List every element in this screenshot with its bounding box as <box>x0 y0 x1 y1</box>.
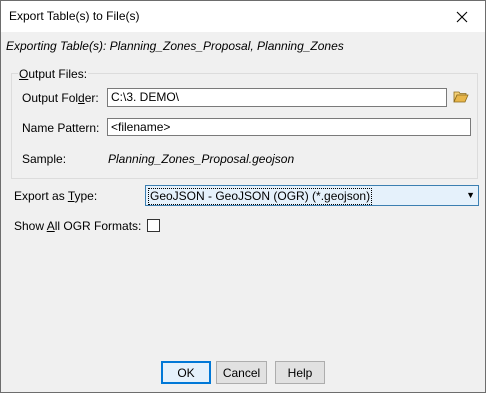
close-button[interactable] <box>439 1 485 32</box>
output-folder-label: Output Folder: <box>22 91 99 105</box>
help-button[interactable]: Help <box>275 361 325 384</box>
export-type-select[interactable]: GeoJSON - GeoJSON (OGR) (*.geojson) ▼ <box>145 185 479 206</box>
title-bar: Export Table(s) to File(s) <box>1 1 485 32</box>
export-type-label: Export as Type: <box>14 189 98 203</box>
export-dialog: Export Table(s) to File(s) Exporting Tab… <box>0 0 486 393</box>
name-pattern-input[interactable]: <filename> <box>107 118 471 136</box>
sample-label: Sample: <box>22 152 67 166</box>
show-all-formats-label: Show All OGR Formats: <box>14 219 142 233</box>
output-files-legend: Output Files: <box>18 67 89 81</box>
chevron-down-icon: ▼ <box>466 190 475 200</box>
close-icon <box>456 11 468 22</box>
sample-value: Planning_Zones_Proposal.geojson <box>108 152 295 166</box>
output-folder-input[interactable]: C:\3. DEMO\ <box>107 88 447 107</box>
browse-folder-button[interactable] <box>453 89 469 105</box>
ok-button[interactable]: OK <box>161 361 211 384</box>
show-all-formats-checkbox[interactable] <box>147 219 160 232</box>
export-type-value: GeoJSON - GeoJSON (OGR) (*.geojson) <box>148 188 373 205</box>
export-subtitle: Exporting Table(s): Planning_Zones_Propo… <box>6 39 344 53</box>
name-pattern-label: Name Pattern: <box>22 121 100 135</box>
window-title: Export Table(s) to File(s) <box>9 9 140 23</box>
cancel-button[interactable]: Cancel <box>216 361 267 384</box>
folder-open-icon <box>453 91 469 103</box>
